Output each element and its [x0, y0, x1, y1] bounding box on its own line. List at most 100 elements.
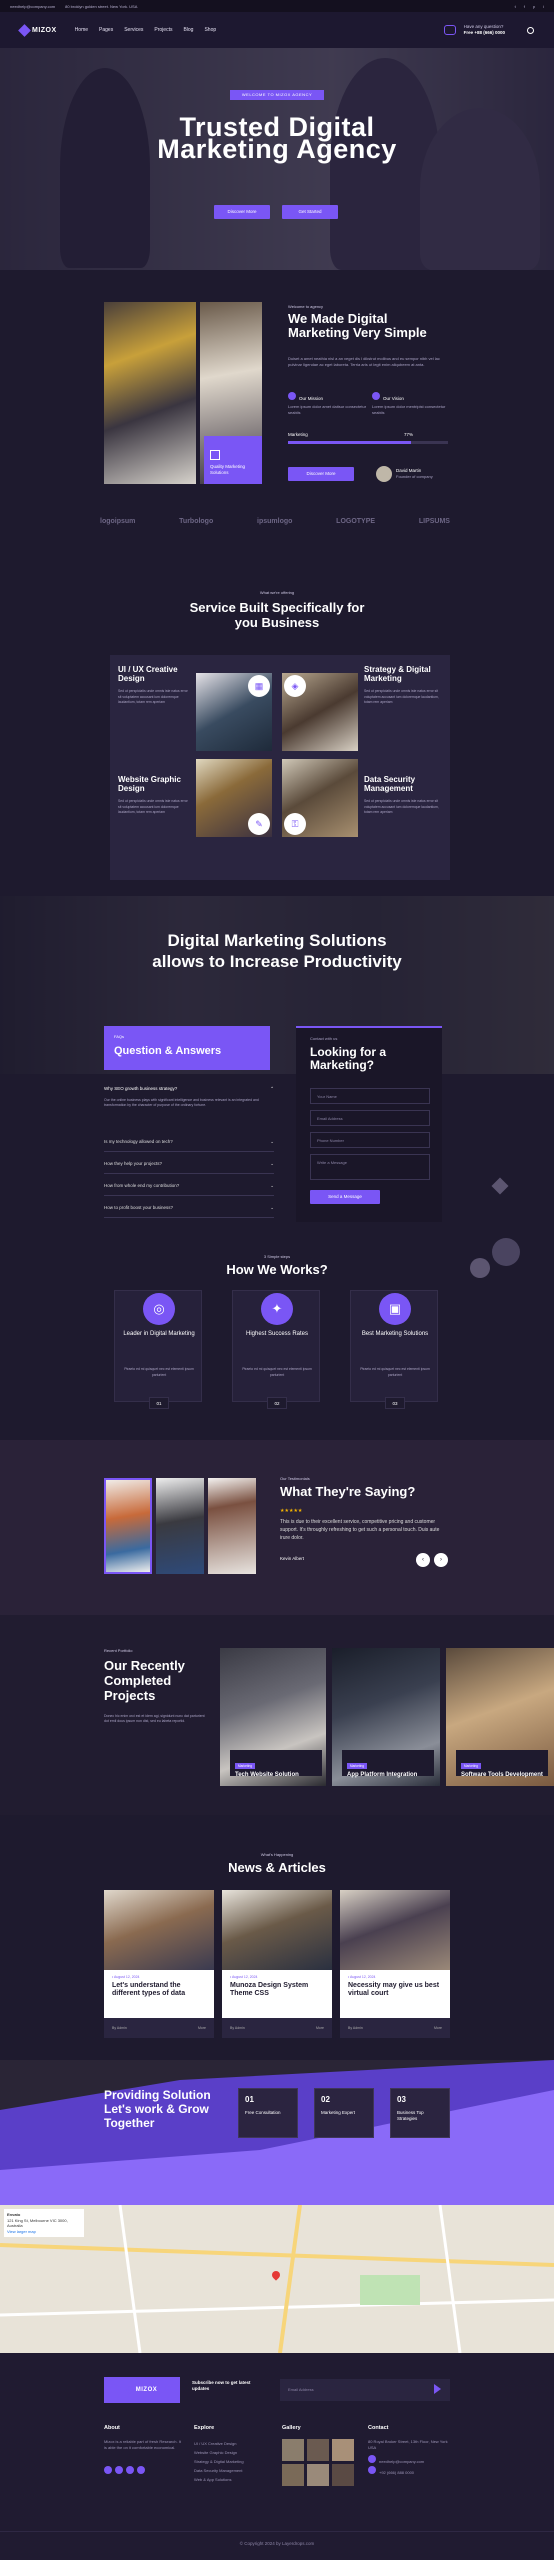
- footer-link[interactable]: Strategy & Digital Marketing: [194, 2457, 274, 2466]
- name-field[interactable]: Your Name: [310, 1088, 430, 1104]
- footer-gallery: Gallery: [282, 2425, 362, 2486]
- news-title[interactable]: Let's understand the different types of …: [112, 1982, 206, 1997]
- briefcase-icon: ▣: [379, 1293, 411, 1325]
- facebook-icon[interactable]: f: [524, 4, 525, 9]
- menu-item-shop[interactable]: Shop: [204, 27, 216, 33]
- work-item-title: Best Marketing Solutions: [361, 1331, 429, 1337]
- prev-arrow-icon[interactable]: ‹: [416, 1553, 430, 1567]
- service-text: Sed ut perspiciatis unde omnis iste natu…: [118, 799, 188, 814]
- news-more-link[interactable]: More: [434, 2026, 442, 2030]
- pinterest-icon[interactable]: p: [533, 4, 535, 9]
- step-number: 01: [245, 2095, 254, 2104]
- twitter-icon[interactable]: t: [515, 4, 516, 9]
- mission-label-row: Our Mission: [288, 392, 368, 401]
- brand-logo: logoipsum: [100, 518, 136, 525]
- testimonial-photo[interactable]: [156, 1478, 204, 1574]
- service-card[interactable]: Strategy & Digital Marketing Sed ut pers…: [364, 665, 440, 706]
- help-phone[interactable]: Free +88 (666) 0000: [464, 30, 505, 36]
- project-chip: Marketing: [461, 1763, 481, 1769]
- phone-field[interactable]: Phone Number: [310, 1132, 430, 1148]
- mission-icon: [288, 392, 296, 400]
- about-discover-button[interactable]: Discover More: [288, 467, 354, 481]
- newsletter-input[interactable]: Email Address: [280, 2379, 450, 2401]
- footer-email-row[interactable]: needhelp@company.com: [368, 2455, 452, 2466]
- twitter-icon[interactable]: [104, 2466, 112, 2474]
- faq-item[interactable]: How they help your projects? ⌄: [104, 1154, 274, 1174]
- footer-link[interactable]: UI / UX Creative Design: [194, 2439, 274, 2448]
- about-badge: Quality Marketing Solutions: [204, 436, 262, 484]
- work-item-text: Ptraeto ed mi quisquet nec est elementi …: [124, 1367, 194, 1377]
- news-card[interactable]: • August 12, 2024 Necessity may give us …: [340, 1890, 450, 2038]
- email-text[interactable]: needhelp@company.com: [10, 4, 55, 9]
- faq-open-question[interactable]: Why SEO growth business strategy? ⌃: [104, 1086, 274, 1092]
- send-icon[interactable]: [434, 2384, 441, 2394]
- get-started-button[interactable]: Get Started: [282, 205, 338, 219]
- menu-item-home[interactable]: Home: [75, 27, 88, 33]
- project-card[interactable]: Marketing Tech Website Solution: [220, 1648, 326, 1786]
- service-card[interactable]: Website Graphic Design Sed ut perspiciat…: [118, 775, 190, 816]
- service-card[interactable]: Data Security Management Sed ut perspici…: [364, 775, 440, 816]
- gallery-thumb[interactable]: [282, 2464, 304, 2486]
- gallery-thumb[interactable]: [282, 2439, 304, 2461]
- project-chip: Marketing: [347, 1763, 367, 1769]
- news-more-link[interactable]: More: [316, 2026, 324, 2030]
- project-card[interactable]: Marketing App Platform Integration: [332, 1648, 440, 1786]
- news-more-link[interactable]: More: [198, 2026, 206, 2030]
- chevron-down-icon: ⌄: [270, 1182, 274, 1188]
- logo[interactable]: MIZOX: [18, 23, 57, 37]
- news-title[interactable]: Necessity may give us best virtual court: [348, 1982, 442, 1997]
- menu-item-services[interactable]: Services: [124, 27, 143, 33]
- testimonial-photo[interactable]: [208, 1478, 256, 1574]
- facebook-icon[interactable]: [115, 2466, 123, 2474]
- instagram-icon[interactable]: i: [543, 4, 544, 9]
- map-larger-link[interactable]: View larger map: [7, 2229, 81, 2235]
- skill-track: [288, 441, 448, 444]
- service-title: UI / UX Creative Design: [118, 665, 178, 683]
- chat-icon: [443, 25, 456, 35]
- menu-item-blog[interactable]: Blog: [183, 27, 193, 33]
- news-card[interactable]: • August 12, 2024 Munoza Design System T…: [222, 1890, 332, 2038]
- rating-stars: ★★★★★: [280, 1508, 303, 1514]
- menu-item-pages[interactable]: Pages: [99, 27, 113, 33]
- faq-item[interactable]: Is my technology allowed on tech? ⌄: [104, 1132, 274, 1152]
- search-icon[interactable]: [527, 26, 534, 34]
- footer-phone-row[interactable]: +92 (666) 888 0000: [368, 2466, 452, 2477]
- testimonial-photo[interactable]: [104, 1478, 152, 1574]
- footer-link[interactable]: Website Graphic Design: [194, 2448, 274, 2457]
- gallery-thumb[interactable]: [307, 2464, 329, 2486]
- faq-item[interactable]: How from whole end my contribution? ⌄: [104, 1176, 274, 1196]
- mission-label: Our Mission: [299, 396, 324, 401]
- faq-item[interactable]: How to profit boost your business? ⌄: [104, 1198, 274, 1218]
- founder-role: Founder of company: [396, 474, 433, 479]
- project-card[interactable]: Marketing Software Tools Development: [446, 1648, 554, 1786]
- gallery-thumbs: [282, 2439, 362, 2486]
- founder-block: David Martin Founder of company: [396, 468, 433, 480]
- footer-link[interactable]: Web & App Solutions: [194, 2475, 274, 2484]
- chevron-up-icon: ⌃: [270, 1086, 274, 1091]
- copyright: © Copyright 2024 by Layerdrops.com: [239, 2541, 315, 2546]
- menu-item-projects[interactable]: Projects: [154, 27, 172, 33]
- email-field[interactable]: Email Address: [310, 1110, 430, 1126]
- pinterest-icon[interactable]: [126, 2466, 134, 2474]
- news-footer: By Admin More: [340, 2018, 450, 2038]
- instagram-icon[interactable]: [137, 2466, 145, 2474]
- footer-link[interactable]: Data Security Management: [194, 2466, 274, 2475]
- gallery-thumb[interactable]: [307, 2439, 329, 2461]
- target-icon: ◎: [143, 1293, 175, 1325]
- footer-email: needhelp@company.com: [379, 2459, 425, 2464]
- footer-logo[interactable]: MIZOX: [104, 2377, 180, 2403]
- news-card[interactable]: • August 12, 2024 Let's understand the d…: [104, 1890, 214, 2038]
- map[interactable]: Envato 121 King St, Melbourne VIC 3000, …: [0, 2205, 554, 2353]
- discover-more-button[interactable]: Discover More: [214, 205, 270, 219]
- gallery-thumb[interactable]: [332, 2464, 354, 2486]
- service-card[interactable]: UI / UX Creative Design Sed ut perspicia…: [118, 665, 190, 706]
- next-arrow-icon[interactable]: ›: [434, 1553, 448, 1567]
- news-image: [104, 1890, 214, 1970]
- map-info-card: Envato 121 King St, Melbourne VIC 3000, …: [4, 2209, 84, 2237]
- message-field[interactable]: Write a Message: [310, 1154, 430, 1180]
- about-kicker: Welcome to agency: [288, 304, 324, 309]
- news-title[interactable]: Munoza Design System Theme CSS: [230, 1982, 324, 1997]
- brand-logos: logoipsum Turbologo ipsumlogo LOGOTYPE L…: [100, 518, 450, 525]
- gallery-thumb[interactable]: [332, 2439, 354, 2461]
- send-message-button[interactable]: Send a Message: [310, 1190, 380, 1204]
